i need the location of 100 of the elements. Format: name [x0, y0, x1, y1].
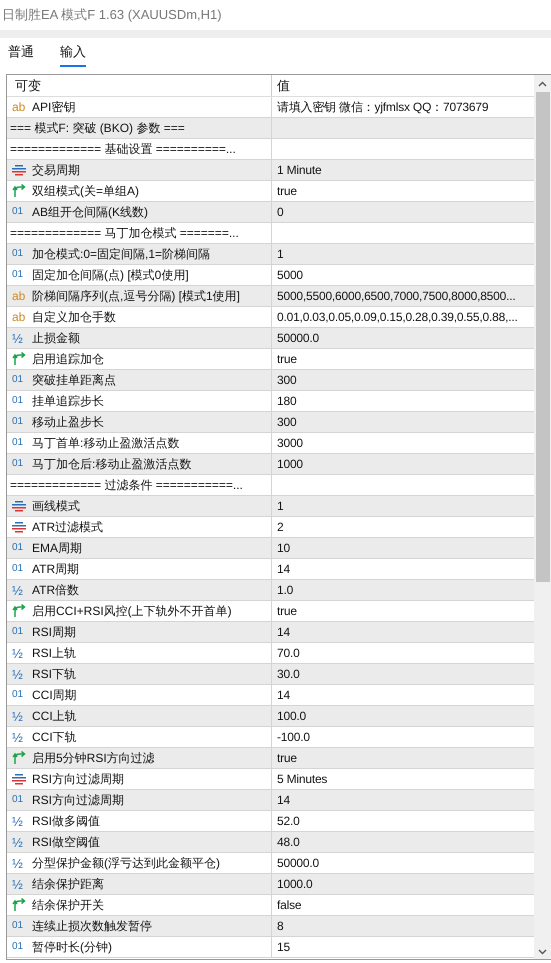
parameter-value[interactable]: 5 Minutes [277, 770, 328, 788]
parameter-value[interactable]: true [277, 350, 297, 368]
integer-type-icon: 01 [12, 249, 26, 259]
parameter-name: 加仓模式:0=固定间隔,1=阶梯间隔 [32, 246, 210, 263]
parameter-value[interactable]: 300 [277, 371, 296, 389]
parameter-value[interactable]: 14 [277, 686, 290, 704]
parameter-value[interactable]: 2 [277, 518, 284, 536]
integer-type-icon: 01 [12, 459, 26, 469]
parameter-value[interactable]: 1 [277, 497, 284, 515]
parameter-name: 阶梯间隔序列(点,逗号分隔) [模式1使用] [32, 288, 240, 305]
parameter-value[interactable]: 1000 [277, 455, 303, 473]
parameter-value[interactable]: 50000.0 [277, 329, 319, 347]
parameter-value[interactable]: false [277, 896, 302, 914]
parameter-name: EMA周期 [32, 540, 82, 557]
parameter-name: CCI下轨 [32, 729, 77, 746]
fraction-type-icon: ½ [12, 584, 26, 596]
tab[interactable]: 普通 [8, 42, 34, 66]
parameter-name: 固定加仓间隔(点) [模式0使用] [32, 267, 189, 284]
parameter-value[interactable]: true [277, 749, 297, 767]
integer-type-icon: 01 [12, 921, 26, 931]
integer-type-icon: 01 [12, 564, 26, 574]
parameter-value[interactable]: 100.0 [277, 707, 306, 725]
parameter-value[interactable]: 14 [277, 560, 290, 578]
parameter-name: 交易周期 [32, 162, 80, 179]
parameter-name: 结余保护距离 [32, 876, 104, 893]
parameter-name: 暂停时长(分钟) [32, 939, 112, 956]
parameter-name: RSI周期 [32, 624, 76, 641]
parameter-name: RSI方向过滤周期 [32, 771, 124, 788]
branch-arrow-icon [12, 184, 26, 198]
fraction-type-icon: ½ [12, 710, 26, 722]
parameter-name: 启用5分钟RSI方向过滤 [32, 750, 155, 767]
parameter-value[interactable]: 10 [277, 539, 290, 557]
parameter-name: CCI周期 [32, 687, 77, 704]
branch-arrow-icon [12, 352, 26, 366]
integer-type-icon: 01 [12, 627, 26, 637]
parameter-name: 画线模式 [32, 498, 80, 515]
column-header[interactable]: 值 [272, 75, 534, 96]
fraction-type-icon: ½ [12, 836, 26, 848]
parameter-value[interactable]: 请填入密钥 微信：yjfmlsx QQ：7073679 [277, 98, 488, 116]
parameter-name: 启用CCI+RSI风控(上下轨外不开首单) [32, 603, 232, 620]
integer-type-icon: 01 [12, 543, 26, 553]
parameter-value[interactable]: 180 [277, 392, 296, 410]
parameter-value[interactable]: 300 [277, 413, 296, 431]
list-lines-icon [12, 500, 26, 512]
parameter-value[interactable]: 52.0 [277, 812, 300, 830]
parameter-value[interactable]: 5000 [277, 266, 303, 284]
parameter-value[interactable]: 0.01,0.03,0.05,0.09,0.15,0.28,0.39,0.55,0.88,... [277, 308, 518, 326]
parameter-name: API密钥 [32, 99, 76, 116]
parameter-value[interactable]: 15 [277, 938, 290, 956]
parameter-value[interactable]: 30.0 [277, 665, 300, 683]
parameter-name: RSI上轨 [32, 645, 76, 662]
parameter-name: 止损金额 [32, 330, 80, 347]
parameter-value[interactable]: 14 [277, 791, 290, 809]
parameter-name: ATR倍数 [32, 582, 80, 599]
parameter-name: ATR周期 [32, 561, 80, 578]
fraction-type-icon: ½ [12, 332, 26, 344]
branch-arrow-icon [12, 604, 26, 618]
parameter-value[interactable]: 48.0 [277, 833, 300, 851]
integer-type-icon: 01 [12, 396, 26, 406]
parameter-name: 双组模式(关=单组A) [32, 183, 140, 200]
integer-type-icon: 01 [12, 417, 26, 427]
parameter-value[interactable]: 50000.0 [277, 854, 319, 872]
parameter-value[interactable]: 8 [277, 917, 284, 935]
parameter-name: 启用追踪加仓 [32, 351, 104, 368]
parameter-value[interactable]: true [277, 182, 297, 200]
scroll-down-icon[interactable] [538, 949, 548, 955]
parameter-value[interactable]: 1 Minute [277, 161, 322, 179]
fraction-type-icon: ½ [12, 878, 26, 890]
column-header[interactable]: 可变 [7, 75, 272, 96]
parameter-name: ATR过滤模式 [32, 519, 104, 536]
fraction-type-icon: ½ [12, 668, 26, 680]
integer-type-icon: 01 [12, 690, 26, 700]
parameter-name: 突破挂单距离点 [32, 372, 116, 389]
scroll-up-icon[interactable] [538, 81, 548, 87]
parameter-value[interactable]: 5000,5500,6000,6500,7000,7500,8000,8500... [277, 287, 516, 305]
parameter-name: 连续止损次数触发暂停 [32, 918, 152, 935]
parameter-value[interactable]: 1000.0 [277, 875, 313, 893]
parameter-value[interactable]: 3000 [277, 434, 303, 452]
parameter-value[interactable]: 1 [277, 245, 284, 263]
integer-type-icon: 01 [12, 438, 26, 448]
list-lines-icon [12, 773, 26, 785]
parameter-value[interactable]: 1.0 [277, 581, 294, 599]
parameter-name: 马丁首单:移动止盈激活点数 [32, 435, 180, 452]
parameter-value[interactable]: 70.0 [277, 644, 300, 662]
parameter-value[interactable]: true [277, 602, 297, 620]
parameter-value[interactable]: 0 [277, 203, 284, 221]
parameter-name: RSI做空阈值 [32, 834, 100, 851]
integer-type-icon: 01 [12, 375, 26, 385]
fraction-type-icon: ½ [12, 856, 26, 870]
parameter-name: 结余保护开关 [32, 897, 104, 914]
integer-type-icon: 01 [12, 795, 26, 805]
parameter-value[interactable]: 14 [277, 623, 290, 641]
integer-type-icon: 01 [12, 942, 26, 952]
parameter-name: AB组开仓间隔(K线数) [32, 204, 148, 221]
list-lines-icon [12, 521, 26, 533]
parameter-name: RSI做多阈值 [32, 813, 100, 830]
section-heading: ============= 马丁加仓模式 =======... [10, 225, 239, 242]
tab[interactable]: 输入 [60, 42, 86, 66]
parameter-value[interactable]: -100.0 [277, 728, 310, 746]
branch-arrow-icon [12, 898, 26, 912]
